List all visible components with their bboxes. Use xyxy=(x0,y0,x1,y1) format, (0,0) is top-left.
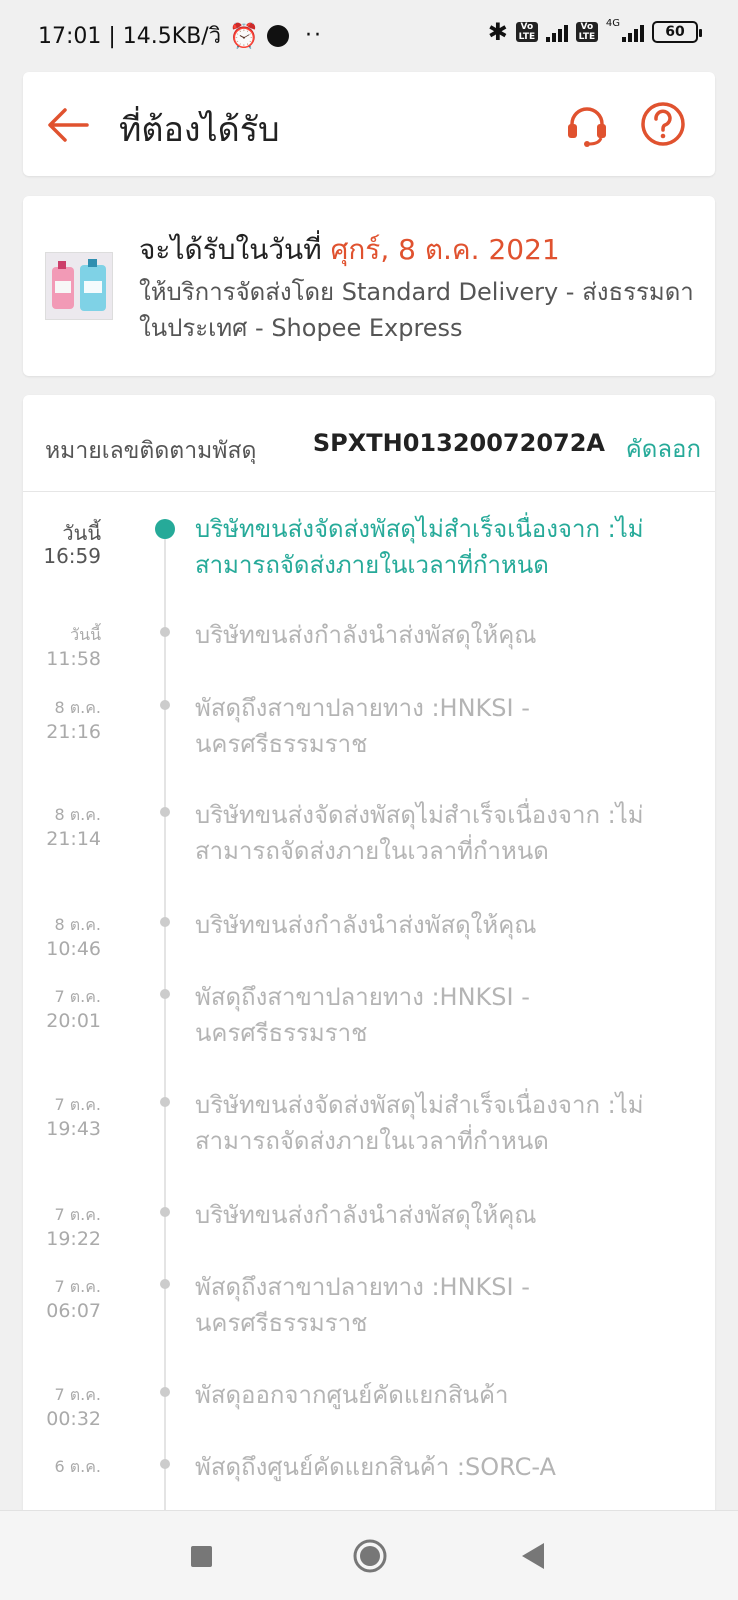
delivery-estimate-title: จะได้รับในวันที่ ศุกร์, 8 ต.ค. 2021 xyxy=(139,228,560,272)
event-dot-icon xyxy=(160,1097,170,1107)
event-time: 00:32 xyxy=(46,1408,101,1430)
event-time: 21:14 xyxy=(46,828,101,850)
delivery-estimate-card[interactable]: จะได้รับในวันที่ ศุกร์, 8 ต.ค. 2021 ให้บ… xyxy=(23,196,715,376)
status-right: ✱ Vo LTE Vo LTE 4G 60 xyxy=(487,18,702,46)
status-bar: 17:01 | 14.5KB/วิ ⏰ ·· ✱ Vo LTE Vo LTE 4… xyxy=(0,0,738,66)
event-text: พัสดุออกจากศูนย์คัดแยกสินค้า xyxy=(195,1381,509,1409)
more-notifications-icon: ·· xyxy=(304,23,323,48)
signal-2-icon xyxy=(622,22,644,42)
event-text: บริษัทขนส่งจัดส่งพัสดุไม่สำเร็จเนื่องจาก… xyxy=(195,801,644,865)
home-circle-icon[interactable] xyxy=(353,1539,387,1573)
divider xyxy=(23,491,715,492)
volte-1-icon: Vo LTE xyxy=(515,22,538,42)
back-triangle-icon[interactable] xyxy=(520,1541,546,1571)
recents-square-icon[interactable] xyxy=(191,1546,212,1567)
event-day: 7 ต.ค. xyxy=(54,987,101,1006)
bluetooth-icon: ✱ xyxy=(487,18,508,46)
event-time: 20:01 xyxy=(46,1010,101,1032)
event-text: พัสดุถึงสาขาปลายทาง :HNKSI - นครศรีธรรมร… xyxy=(195,694,530,758)
event-time: 06:07 xyxy=(46,1300,101,1322)
event-text: พัสดุถึงสาขาปลายทาง :HNKSI - นครศรีธรรมร… xyxy=(195,983,530,1047)
delivery-date: ศุกร์, 8 ต.ค. 2021 xyxy=(330,233,560,266)
volte-2-icon: Vo LTE xyxy=(575,22,598,42)
timeline-line xyxy=(164,531,166,1520)
event-dot-icon xyxy=(160,700,170,710)
tracking-number: SPXTH01320072072A xyxy=(312,429,605,457)
notification-dot-icon xyxy=(266,24,289,47)
event-text: บริษัทขนส่งจัดส่งพัสดุไม่สำเร็จเนื่องจาก… xyxy=(195,1091,644,1155)
battery-icon: 60 xyxy=(652,21,702,43)
alarm-icon: ⏰ xyxy=(229,21,259,50)
event-text: บริษัทขนส่งกำลังนำส่งพัสดุให้คุณ xyxy=(195,1201,537,1229)
back-arrow-icon[interactable] xyxy=(45,102,91,148)
event-dot-icon xyxy=(160,1207,170,1217)
event-time: 16:59 xyxy=(43,544,101,568)
event-dot-icon xyxy=(155,519,175,539)
event-text: บริษัทขนส่งกำลังนำส่งพัสดุให้คุณ xyxy=(195,911,537,939)
status-left: 17:01 | 14.5KB/วิ ⏰ ·· xyxy=(38,18,323,53)
event-dot-icon xyxy=(160,627,170,637)
tracking-number-label: หมายเลขติดตามพัสดุ xyxy=(45,438,257,464)
page-title: ที่ต้องได้รับ xyxy=(119,110,280,150)
event-time: 21:16 xyxy=(46,721,101,743)
signal-1-icon xyxy=(545,22,568,42)
event-dot-icon xyxy=(160,1279,170,1289)
event-dot-icon xyxy=(160,1459,170,1469)
system-nav-bar xyxy=(0,1510,738,1600)
event-dot-icon xyxy=(160,1387,170,1397)
event-time: 19:22 xyxy=(46,1228,101,1250)
event-day: 8 ต.ค. xyxy=(54,698,101,717)
help-question-icon[interactable] xyxy=(639,100,687,148)
event-dot-icon xyxy=(160,917,170,927)
event-text: บริษัทขนส่งกำลังนำส่งพัสดุให้คุณ xyxy=(195,621,537,649)
event-day: 6 ต.ค. xyxy=(54,1457,101,1476)
event-time: 19:43 xyxy=(46,1118,101,1140)
event-day: 7 ต.ค. xyxy=(54,1385,101,1404)
event-day: วันนี้ xyxy=(70,625,101,644)
network-type: 4G xyxy=(605,18,620,29)
event-text: พัสดุถึงสาขาปลายทาง :HNKSI - นครศรีธรรมร… xyxy=(195,1273,530,1337)
delivery-service: ให้บริการจัดส่งโดย Standard Delivery - ส… xyxy=(139,278,694,342)
copy-button[interactable]: คัดลอก xyxy=(626,429,701,468)
event-day: 7 ต.ค. xyxy=(54,1205,101,1224)
event-day: 8 ต.ค. xyxy=(54,805,101,824)
tracking-card: หมายเลขติดตามพัสดุ SPXTH01320072072A คัด… xyxy=(23,395,715,1520)
status-time-speed: 17:01 | 14.5KB/วิ xyxy=(38,24,222,49)
delivery-prefix: จะได้รับในวันที่ xyxy=(139,233,331,266)
event-time: 11:58 xyxy=(46,648,101,670)
event-time: 10:46 xyxy=(46,938,101,960)
event-text: พัสดุถึงศูนย์คัดแยกสินค้า :SORC-A xyxy=(195,1453,556,1481)
product-thumbnail xyxy=(45,252,113,320)
event-text: บริษัทขนส่งจัดส่งพัสดุไม่สำเร็จเนื่องจาก… xyxy=(195,515,644,579)
app-header: ที่ต้องได้รับ xyxy=(23,72,715,176)
headset-support-icon[interactable] xyxy=(563,102,611,150)
event-day: 8 ต.ค. xyxy=(54,915,101,934)
event-dot-icon xyxy=(160,807,170,817)
event-dot-icon xyxy=(160,989,170,999)
event-day: 7 ต.ค. xyxy=(54,1095,101,1114)
event-day: 7 ต.ค. xyxy=(54,1277,101,1296)
